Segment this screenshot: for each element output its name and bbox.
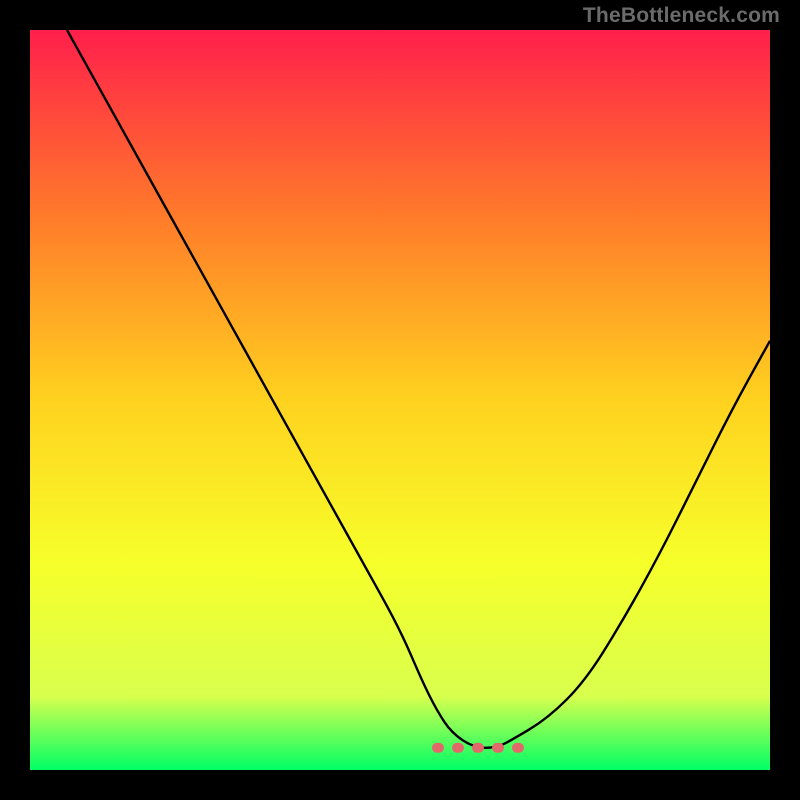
watermark-text: TheBottleneck.com — [583, 4, 780, 28]
bottleneck-plot — [30, 30, 770, 770]
chart-frame: TheBottleneck.com — [0, 0, 800, 800]
gradient-background — [30, 30, 770, 770]
